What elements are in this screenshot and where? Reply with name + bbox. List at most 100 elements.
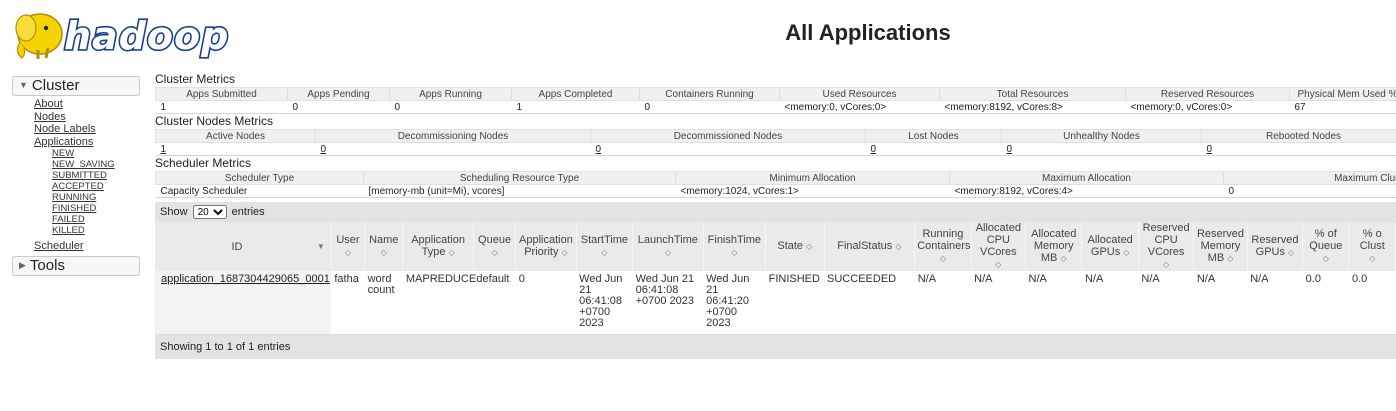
- metric-header: Decommissioned Nodes: [590, 129, 866, 143]
- sidebar-link-scheduler[interactable]: Scheduler: [34, 240, 84, 252]
- state-link-accepted[interactable]: ACCEPTED: [52, 181, 140, 192]
- metric-value: <memory:0, vCores:0>: [1125, 100, 1290, 114]
- metric-value: <memory:0, vCores:0>: [779, 100, 940, 114]
- metric-header: Apps Completed: [511, 87, 640, 101]
- col-header-queue[interactable]: Queue ◇: [473, 222, 517, 271]
- metric-header: Unhealthy Nodes: [1001, 129, 1202, 143]
- metric-header: Used Resources: [779, 87, 940, 101]
- col-header-reserved-vcores[interactable]: Reserved CPU VCores ◇: [1138, 222, 1195, 271]
- sidebar-link-nodes[interactable]: Nodes: [34, 111, 140, 124]
- expand-arrow-icon: ▶: [19, 260, 26, 270]
- collapse-arrow-icon: ▼: [19, 80, 28, 90]
- metric-value: 0: [287, 100, 390, 114]
- metric-header: Apps Submitted: [155, 87, 288, 101]
- cluster-links: About Nodes Node Labels Applications NEW…: [12, 96, 140, 236]
- sidebar-cluster-toggle[interactable]: ▼ Cluster: [12, 76, 140, 96]
- state-link-submitted[interactable]: SUBMITTED: [52, 170, 140, 181]
- cell-final-status: SUCCEEDED: [824, 271, 915, 335]
- lost-nodes-link[interactable]: 0: [871, 144, 877, 155]
- metric-value: [memory-mb (unit=Mi), vcores]: [363, 184, 676, 198]
- nodes-metrics-table: Active Nodes Decommissioning Nodes Decom…: [155, 129, 1396, 156]
- sidebar-link-applications[interactable]: Applications: [34, 136, 140, 149]
- scheduler-metrics-table: Scheduler Type Scheduling Resource Type …: [155, 171, 1396, 198]
- metric-header: Minimum Allocation: [675, 171, 950, 185]
- col-header-pct-queue[interactable]: % of Queue ◇: [1302, 222, 1350, 271]
- col-header-alloc-gpus[interactable]: Allocated GPUs ◇: [1081, 222, 1139, 271]
- col-header-alloc-vcores[interactable]: Allocated CPU VCores ◇: [971, 222, 1027, 271]
- metric-header: Apps Running: [389, 87, 512, 101]
- scheduler-link-wrap: Scheduler: [12, 236, 140, 256]
- state-link-killed[interactable]: KILLED: [52, 225, 140, 236]
- cell-finish-time: Wed Jun 21 06:41:20 +0700 2023: [703, 271, 766, 335]
- sidebar: ▼ Cluster About Nodes Node Labels Applica…: [12, 76, 140, 276]
- page-size-select[interactable]: 20: [192, 205, 227, 219]
- metric-value: Capacity Scheduler: [155, 184, 364, 198]
- cell-user: fatha: [331, 271, 365, 335]
- col-header-reserved-memory[interactable]: Reserved Memory MB ◇: [1193, 222, 1248, 271]
- sidebar-cluster-label: Cluster: [31, 77, 80, 94]
- cell-start-time: Wed Jun 21 06:41:08 +0700 2023: [576, 271, 633, 335]
- col-header-state[interactable]: State ◇: [765, 222, 825, 271]
- cell-queue: default: [473, 271, 516, 335]
- metric-header: Active Nodes: [155, 129, 316, 143]
- sidebar-tools-label: Tools: [29, 257, 65, 274]
- applications-table: ID ▼ User ◇ Name ◇ Application Type ◇ Queu…: [155, 222, 1396, 335]
- metric-header: Reserved Resources: [1125, 87, 1290, 101]
- decommissioned-nodes-link[interactable]: 0: [596, 144, 602, 155]
- cell-alloc-memory: N/A: [1025, 271, 1082, 335]
- metric-value: <memory:8192, vCores:8>: [939, 100, 1126, 114]
- metric-header: Scheduler Type: [155, 171, 364, 185]
- state-link-new-saving[interactable]: NEW_SAVING: [52, 159, 140, 170]
- metric-header: Lost Nodes: [865, 129, 1002, 143]
- col-header-running-containers[interactable]: Running Containers ◇: [914, 222, 972, 271]
- col-header-name[interactable]: Name ◇: [364, 222, 404, 271]
- sidebar-link-about[interactable]: About: [34, 98, 140, 111]
- col-header-launch-time[interactable]: LaunchTime ◇: [632, 222, 704, 271]
- state-link-new[interactable]: NEW: [52, 148, 140, 159]
- metric-header: Physical Mem Used %: [1289, 87, 1396, 101]
- col-header-app-type[interactable]: Application Type ◇: [402, 222, 474, 271]
- metric-value: 1: [511, 100, 640, 114]
- cell-running-containers: N/A: [914, 271, 972, 335]
- state-link-failed[interactable]: FAILED: [52, 214, 140, 225]
- sidebar-tools-toggle[interactable]: ▶ Tools: [12, 256, 140, 276]
- active-nodes-link[interactable]: 1: [161, 144, 167, 155]
- metric-header: Scheduling Resource Type: [363, 171, 676, 185]
- show-label: Show: [160, 206, 188, 218]
- col-header-reserved-gpus[interactable]: Reserved GPUs ◇: [1247, 222, 1304, 271]
- cell-reserved-gpus: N/A: [1247, 271, 1303, 335]
- sidebar-link-node-labels[interactable]: Node Labels: [34, 123, 140, 136]
- rebooted-nodes-link[interactable]: 0: [1207, 144, 1213, 155]
- cell-state: FINISHED: [765, 271, 825, 335]
- state-link-running[interactable]: RUNNING: [52, 192, 140, 203]
- col-header-finish-time[interactable]: FinishTime ◇: [703, 222, 767, 271]
- col-header-final-status[interactable]: FinalStatus ◇: [824, 222, 916, 271]
- unhealthy-nodes-link[interactable]: 0: [1007, 144, 1013, 155]
- col-header-user[interactable]: User ◇: [331, 222, 366, 271]
- cell-pct-cluster: 0.0: [1348, 271, 1396, 335]
- metric-value: 0: [389, 100, 512, 114]
- metric-header: Total Resources: [939, 87, 1126, 101]
- application-id-link[interactable]: application_1687304429065_0001: [161, 273, 330, 285]
- entries-label: entries: [231, 206, 265, 218]
- decommissioning-nodes-link[interactable]: 0: [321, 144, 327, 155]
- col-header-id[interactable]: ID ▼: [155, 222, 332, 271]
- cell-type: MAPREDUCE: [402, 271, 476, 335]
- cell-reserved-memory: N/A: [1193, 271, 1248, 335]
- metric-header: Maximum Allocation: [949, 171, 1224, 185]
- cell-launch-time: Wed Jun 21 06:41:08 +0700 2023: [632, 271, 704, 335]
- metric-value: <memory:1024, vCores:1>: [675, 184, 950, 198]
- app-state-links: NEW NEW_SAVING SUBMITTED ACCEPTED RUNNIN…: [34, 148, 140, 236]
- col-header-start-time[interactable]: StartTime ◇: [576, 222, 634, 271]
- state-link-finished[interactable]: FINISHED: [52, 203, 140, 214]
- col-header-pct-cluster[interactable]: % o Clust ◇: [1348, 222, 1396, 271]
- metric-value: 0: [1223, 184, 1396, 198]
- header: hadoop All Applications: [0, 0, 1396, 72]
- scheduler-metrics-title: Scheduler Metrics: [155, 156, 252, 170]
- cluster-metrics-table: Apps Submitted Apps Pending Apps Running…: [155, 87, 1396, 114]
- col-header-alloc-memory[interactable]: Allocated Memory MB ◇: [1025, 222, 1083, 271]
- cluster-metrics-title: Cluster Metrics: [155, 72, 236, 86]
- metric-value: <memory:8192, vCores:4>: [949, 184, 1224, 198]
- table-row: application_1687304429065_0001 fatha wor…: [155, 271, 1396, 335]
- col-header-priority[interactable]: Application Priority ◇: [515, 222, 577, 271]
